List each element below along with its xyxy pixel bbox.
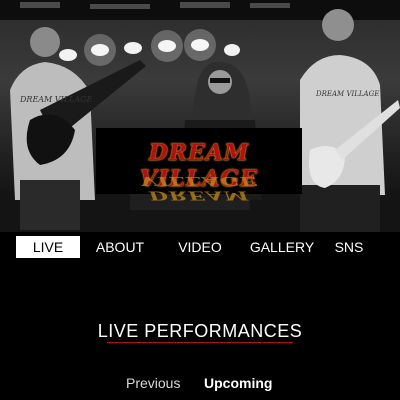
tab-previous[interactable]: Previous bbox=[126, 374, 180, 392]
nav-item-about[interactable]: ABOUT bbox=[92, 236, 148, 258]
section-title: LIVE PERFORMANCES bbox=[97, 321, 303, 341]
shirt-text-right: DREAM VILLAGE bbox=[315, 90, 379, 98]
main-nav: LIVE ABOUT VIDEO GALLERY SNS bbox=[0, 236, 400, 258]
band-logo-reflection: DREAM VILLAGE bbox=[140, 173, 258, 203]
hero-band-photo: DREAM VILLAGE DREAM VILLAGE DREAM VILLAG… bbox=[0, 0, 400, 232]
nav-item-sns[interactable]: SNS bbox=[330, 236, 368, 258]
band-logo: DREAM VILLAGE DREAM VILLAGE bbox=[96, 128, 302, 202]
shirt-text-left: DREAM VILLAGE bbox=[19, 95, 93, 104]
nav-item-gallery[interactable]: GALLERY bbox=[248, 236, 316, 258]
nav-item-video[interactable]: VIDEO bbox=[172, 236, 228, 258]
tab-upcoming[interactable]: Upcoming bbox=[204, 374, 272, 392]
nav-item-live[interactable]: LIVE bbox=[16, 236, 80, 258]
performance-tabs: Previous Upcoming bbox=[0, 374, 400, 392]
section-title-underline bbox=[107, 342, 293, 343]
